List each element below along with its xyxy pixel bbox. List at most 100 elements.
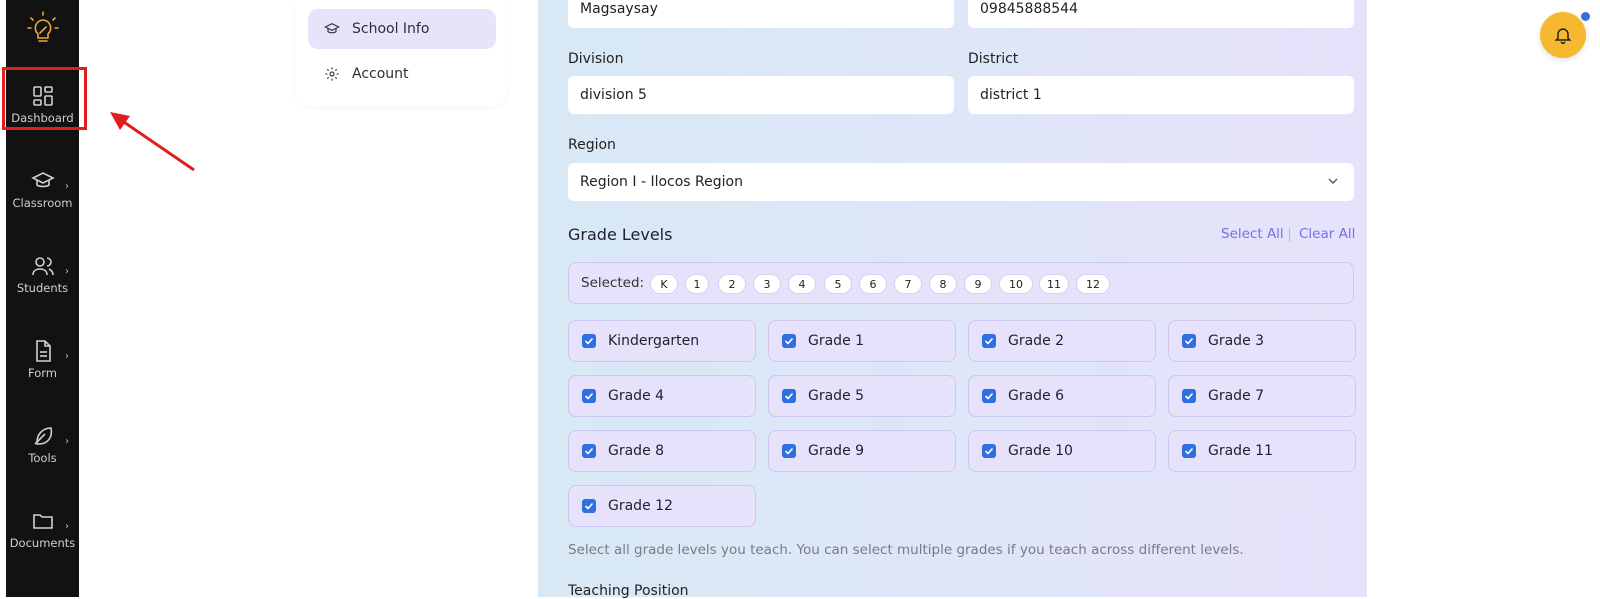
sidebar-item-label: Form: [28, 366, 57, 380]
checkbox-checked-icon[interactable]: [582, 444, 596, 458]
users-icon: [31, 257, 54, 276]
grade-name: Grade 7: [1208, 388, 1265, 404]
checkbox-checked-icon[interactable]: [782, 389, 796, 403]
chevron-right-icon: ›: [65, 351, 69, 362]
nav-item-label: Account: [352, 66, 409, 82]
chevron-right-icon: ›: [65, 521, 69, 532]
clear-all-link[interactable]: Clear All: [1299, 226, 1355, 242]
feather-icon: [33, 427, 52, 445]
sidebar-item-tools[interactable]: Tools ›: [6, 410, 79, 480]
grade-checkbox-card[interactable]: Grade 8: [568, 430, 756, 472]
grade-checkbox-card[interactable]: Grade 1: [768, 320, 956, 362]
lightbulb-logo-icon: [26, 11, 59, 42]
grade-name: Grade 8: [608, 443, 665, 459]
chevron-down-icon: [1328, 178, 1338, 184]
notification-dot: [1580, 11, 1591, 22]
nav-item-account[interactable]: Account: [308, 54, 496, 94]
grade-levels-helper-text: Select all grade levels you teach. You c…: [568, 542, 1244, 558]
grade-chip: 1: [685, 274, 709, 294]
sidebar-item-classroom[interactable]: Classroom ›: [6, 155, 79, 225]
district-label: District: [968, 51, 1019, 67]
grade-checkbox-card[interactable]: Grade 7: [1168, 375, 1356, 417]
grade-chip: K: [650, 274, 678, 294]
division-label: Division: [568, 51, 624, 67]
annotation-arrow-icon: [110, 112, 195, 172]
grade-chip: 7: [894, 274, 922, 294]
selected-grades-summary: Selected: K 1 2 3 4 5 6 7 8 9 10 11 12: [568, 262, 1354, 304]
checkbox-checked-icon[interactable]: [782, 334, 796, 348]
sidebar-item-label: Classroom: [12, 196, 73, 210]
checkbox-checked-icon[interactable]: [982, 334, 996, 348]
sidebar-item-documents[interactable]: Documents ›: [6, 495, 79, 565]
graduation-cap-icon: [30, 172, 55, 188]
district-value: district 1: [980, 87, 1042, 103]
grade-checkbox-card[interactable]: Grade 3: [1168, 320, 1356, 362]
sidebar-item-label: Documents: [9, 536, 76, 550]
checkbox-checked-icon[interactable]: [982, 389, 996, 403]
grade-chip: 3: [753, 274, 781, 294]
grade-chip: 9: [964, 274, 992, 294]
sidebar-item-students[interactable]: Students ›: [6, 240, 79, 310]
region-select[interactable]: Region I - Ilocos Region: [568, 163, 1354, 201]
region-value: Region I - Ilocos Region: [580, 174, 743, 190]
district-field[interactable]: district 1: [968, 76, 1354, 114]
checkbox-checked-icon[interactable]: [782, 444, 796, 458]
grade-levels-title: Grade Levels: [568, 225, 673, 244]
phone-value: 09845888544: [980, 1, 1078, 17]
grade-name: Grade 2: [1008, 333, 1065, 349]
school-name-field[interactable]: Magsaysay: [568, 0, 954, 28]
graduation-cap-icon: [324, 22, 340, 34]
checkbox-checked-icon[interactable]: [1182, 444, 1196, 458]
folder-icon: [32, 514, 53, 529]
grade-chip: 11: [1039, 274, 1069, 294]
sidebar-item-form[interactable]: Form ›: [6, 325, 79, 395]
bell-icon: [1554, 28, 1572, 45]
grade-chip: 12: [1076, 274, 1110, 294]
grade-chip: 8: [929, 274, 957, 294]
grade-chip: 5: [824, 274, 852, 294]
checkbox-checked-icon[interactable]: [582, 334, 596, 348]
grade-name: Grade 11: [1208, 443, 1273, 459]
school-name-value: Magsaysay: [580, 1, 658, 17]
grade-checkbox-card[interactable]: Kindergarten: [568, 320, 756, 362]
division-field[interactable]: division 5: [568, 76, 954, 114]
grade-checkbox-card[interactable]: Grade 12: [568, 485, 756, 527]
chevron-right-icon: ›: [65, 181, 69, 192]
grade-chip: 4: [788, 274, 816, 294]
phone-field[interactable]: 09845888544: [968, 0, 1354, 28]
grade-checkbox-card[interactable]: Grade 5: [768, 375, 956, 417]
notification-bell-button[interactable]: [1540, 12, 1586, 58]
grade-name: Grade 4: [608, 388, 665, 404]
checkbox-checked-icon[interactable]: [1182, 389, 1196, 403]
grade-chip: 10: [999, 274, 1033, 294]
grade-chip: 6: [859, 274, 887, 294]
sidebar-item-label: Students: [16, 281, 69, 295]
grade-checkbox-card[interactable]: Grade 4: [568, 375, 756, 417]
grade-name: Grade 6: [1008, 388, 1065, 404]
gear-icon: [325, 67, 339, 81]
checkbox-checked-icon[interactable]: [582, 499, 596, 513]
grade-name: Grade 10: [1008, 443, 1073, 459]
selected-label: Selected:: [581, 275, 645, 291]
document-icon: [35, 340, 51, 362]
checkbox-checked-icon[interactable]: [1182, 334, 1196, 348]
grade-name: Grade 5: [808, 388, 865, 404]
grade-checkbox-card[interactable]: Grade 10: [968, 430, 1156, 472]
link-separator: [1289, 228, 1290, 242]
select-all-link[interactable]: Select All: [1221, 226, 1284, 242]
grade-checkbox-card[interactable]: Grade 6: [968, 375, 1156, 417]
sidebar-item-label: Tools: [28, 451, 57, 465]
grade-name: Grade 1: [808, 333, 865, 349]
grade-name: Grade 3: [1208, 333, 1265, 349]
grade-name: Grade 12: [608, 498, 673, 514]
grade-checkbox-card[interactable]: Grade 2: [968, 320, 1156, 362]
grade-checkbox-card[interactable]: Grade 11: [1168, 430, 1356, 472]
checkbox-checked-icon[interactable]: [982, 444, 996, 458]
grade-name: Grade 9: [808, 443, 865, 459]
checkbox-checked-icon[interactable]: [582, 389, 596, 403]
grade-checkbox-card[interactable]: Grade 9: [768, 430, 956, 472]
region-label: Region: [568, 137, 616, 153]
nav-item-school-info[interactable]: School Info: [308, 9, 496, 49]
annotation-highlight-box: [2, 67, 87, 130]
chevron-right-icon: ›: [65, 436, 69, 447]
